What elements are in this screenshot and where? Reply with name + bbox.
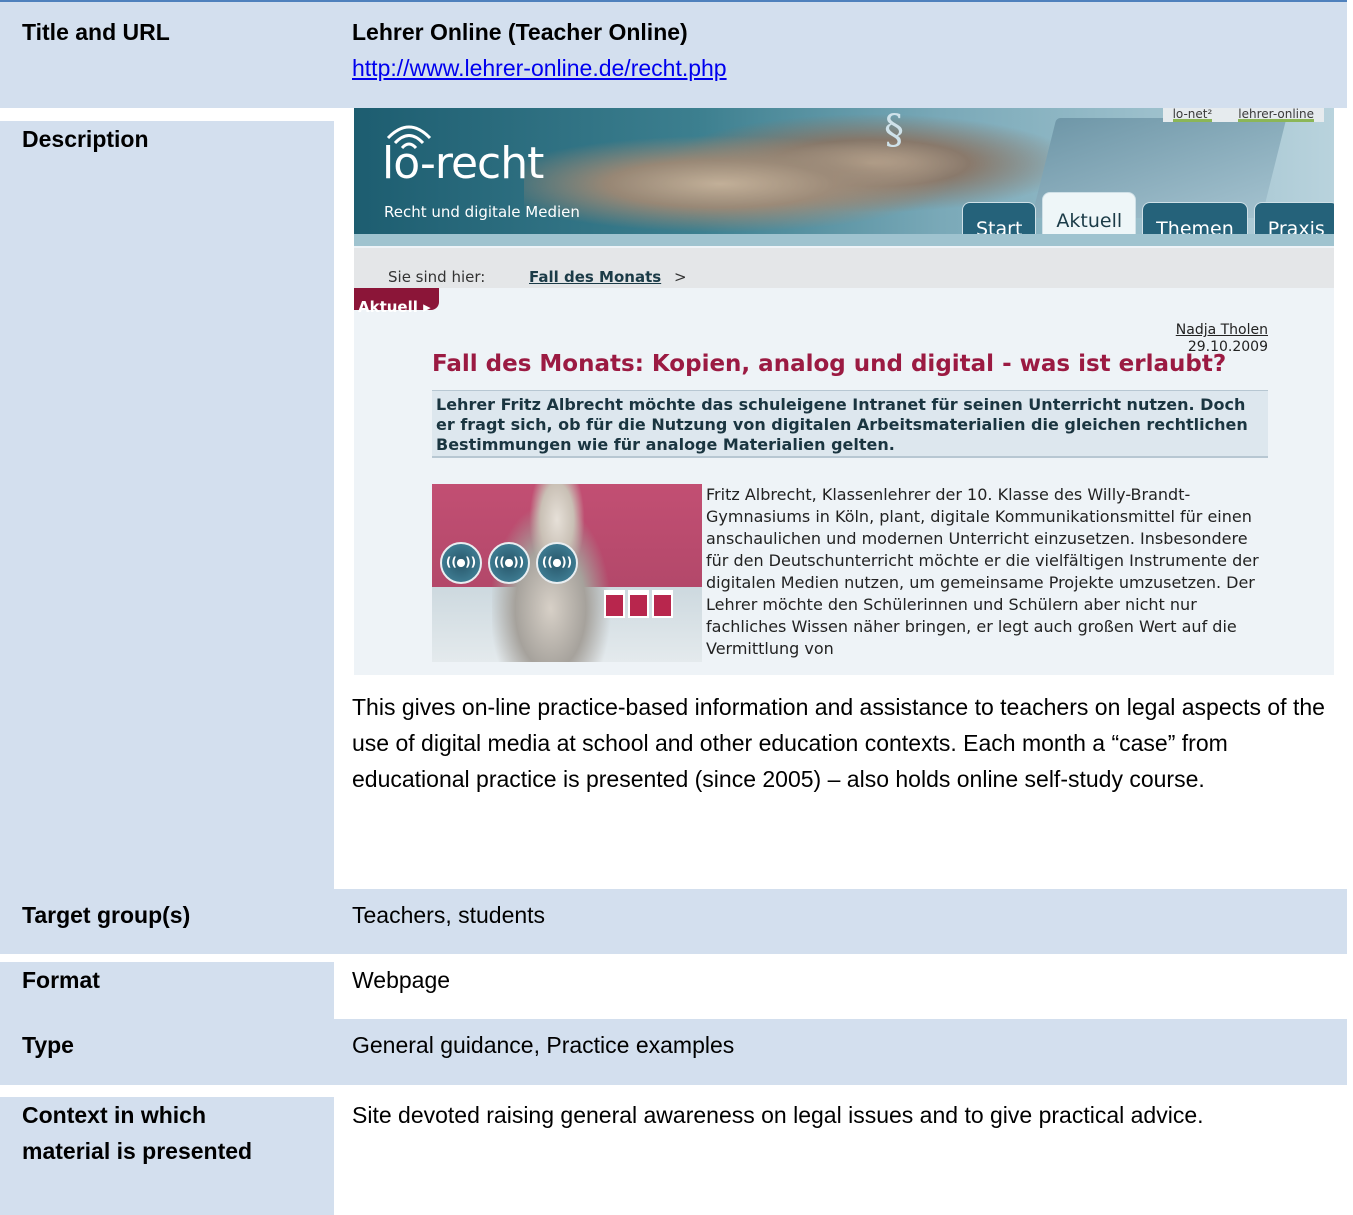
document-icon xyxy=(604,590,625,618)
value-target-groups: Teachers, students xyxy=(352,902,546,928)
site-logo: lo-recht xyxy=(382,138,544,189)
embedded-website-screenshot: § lo-recht Recht und digitale Medien lo-… xyxy=(354,108,1334,675)
label-title-url: Title and URL xyxy=(22,19,170,45)
cd-disc-icon: ((o)) xyxy=(440,542,482,584)
paragraph-sign-icon: § xyxy=(884,108,904,153)
section-tag-aktuell: Aktuell ▸ xyxy=(354,288,439,316)
description-text: This gives on-line practice-based inform… xyxy=(352,694,1325,792)
breadcrumb-separator: > xyxy=(674,268,687,286)
breadcrumb-link-fall-des-monats[interactable]: Fall des Monats xyxy=(529,259,661,295)
article-lead: Lehrer Fritz Albrecht möchte das schulei… xyxy=(432,390,1268,458)
resource-url-link[interactable]: http://www.lehrer-online.de/recht.php xyxy=(352,55,727,81)
site-logo-subtitle: Recht und digitale Medien xyxy=(384,203,580,221)
label-type: Type xyxy=(0,1027,334,1085)
article-title: Fall des Monats: Kopien, analog und digi… xyxy=(432,351,1227,377)
tab-bar xyxy=(354,234,1334,246)
article-image: ((o)) ((o)) ((o)) xyxy=(432,484,702,662)
document-icon xyxy=(628,590,649,618)
document-icon xyxy=(652,590,673,618)
article-body: Fritz Albrecht, Klassenlehrer der 10. Kl… xyxy=(706,485,1259,658)
document-icons xyxy=(604,590,673,618)
resource-table: Title and URL Lehrer Online (Teacher Onl… xyxy=(0,0,1347,1215)
row-context: Context in which material is presented S… xyxy=(0,1085,1347,1215)
cd-disc-icon: ((o)) xyxy=(536,542,578,584)
value-type: General guidance, Practice examples xyxy=(352,1032,735,1058)
label-format: Format xyxy=(0,962,334,1019)
label-context-line2: material is presented xyxy=(22,1138,253,1164)
row-type: Type General guidance, Practice examples xyxy=(0,1019,1347,1085)
value-title-url: Lehrer Online (Teacher Online) http://ww… xyxy=(334,14,1347,108)
value-context: Site devoted raising general awareness o… xyxy=(334,1097,1347,1215)
row-title-url: Title and URL Lehrer Online (Teacher Onl… xyxy=(0,2,1347,108)
top-link-lehrer-online[interactable]: lehrer-online xyxy=(1238,108,1314,122)
breadcrumb: Sie sind hier: Fall des Monats > xyxy=(354,248,1334,288)
label-context: Context in which material is presented xyxy=(0,1097,334,1215)
top-link-lo-net[interactable]: lo-net² xyxy=(1172,108,1213,122)
cd-disc-icon: ((o)) xyxy=(488,542,530,584)
top-links: lo-net² lehrer-online xyxy=(1162,108,1324,122)
resource-title: Lehrer Online (Teacher Online) xyxy=(352,19,688,45)
value-format: Webpage xyxy=(334,962,1347,1019)
label-target-groups: Target group(s) xyxy=(0,897,334,954)
value-description: § lo-recht Recht und digitale Medien lo-… xyxy=(334,108,1347,889)
label-description: Description xyxy=(0,121,334,889)
row-target-groups: Target group(s) Teachers, students xyxy=(0,889,1347,954)
row-format: Format Webpage xyxy=(0,954,1347,1019)
label-context-line1: Context in which xyxy=(22,1102,206,1128)
row-description: Description § lo-recht Recht und digital… xyxy=(0,108,1347,889)
